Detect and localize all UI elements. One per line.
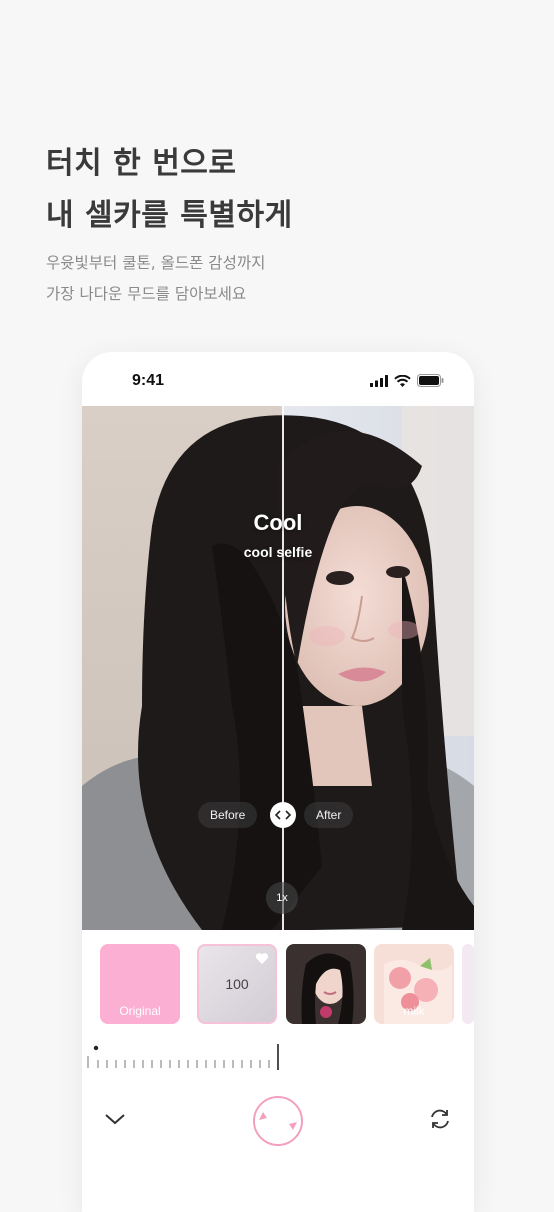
promo-headline: 터치 한 번으로 내 셀카를 특별하게: [46, 138, 293, 242]
split-handle[interactable]: [270, 802, 296, 828]
before-label: Before: [198, 802, 258, 828]
intensity-slider[interactable]: [82, 1042, 474, 1072]
cellular-signal-icon: [370, 375, 388, 387]
filter-name: Cool: [253, 510, 303, 535]
heart-icon: [255, 953, 269, 964]
subline-line-2: 가장 나다운 무드를 담아보세요: [46, 285, 247, 303]
headline-line-1: 터치 한 번으로: [46, 146, 237, 181]
shutter-button[interactable]: [253, 1096, 303, 1146]
chevron-down-icon[interactable]: [104, 1112, 126, 1126]
headline-line-2: 내 셀카를 특별하게: [46, 198, 293, 233]
portrait-thumbnail: [286, 944, 366, 1024]
filter-caption: cool selfie: [243, 544, 313, 560]
filter-selected[interactable]: 100: [197, 944, 277, 1024]
after-label: After: [304, 802, 354, 828]
slider-ticks: [87, 1044, 279, 1070]
filter-portrait[interactable]: [286, 944, 366, 1024]
filter-original-label: Original: [119, 1004, 161, 1018]
filter-strip: Original 100 milk: [82, 944, 474, 1026]
status-time: 9:41: [132, 372, 165, 389]
zoom-button[interactable]: 1x: [266, 882, 298, 914]
filter-milk-label: milk: [403, 1004, 425, 1018]
filter-intensity-value: 100: [225, 976, 249, 992]
filter-original[interactable]: Original: [100, 944, 180, 1024]
selfie-photo: [82, 406, 474, 930]
promo-subline: 우윳빛부터 쿨톤, 올드폰 감성까지 가장 나다운 무드를 담아보세요: [46, 248, 265, 310]
status-icons: [370, 374, 444, 387]
filter-milk[interactable]: milk: [374, 944, 454, 1024]
battery-icon: [417, 374, 444, 387]
selfie-preview[interactable]: Cool cool selfie Before After 1x: [82, 406, 474, 930]
split-arrows-icon: [275, 810, 291, 820]
wifi-icon: [394, 375, 411, 387]
status-bar: 9:41: [82, 352, 474, 406]
phone-mockup: 9:41 Cool cool selfie Before After 1x Or…: [82, 352, 474, 1212]
subline-line-1: 우윳빛부터 쿨톤, 올드폰 감성까지: [46, 254, 266, 272]
shutter-ring-icon: [259, 1112, 297, 1130]
comparison-divider[interactable]: [282, 406, 284, 930]
flip-camera-icon[interactable]: [428, 1108, 452, 1130]
bottom-controls: [82, 1092, 474, 1152]
filter-next-peek[interactable]: [462, 944, 474, 1024]
